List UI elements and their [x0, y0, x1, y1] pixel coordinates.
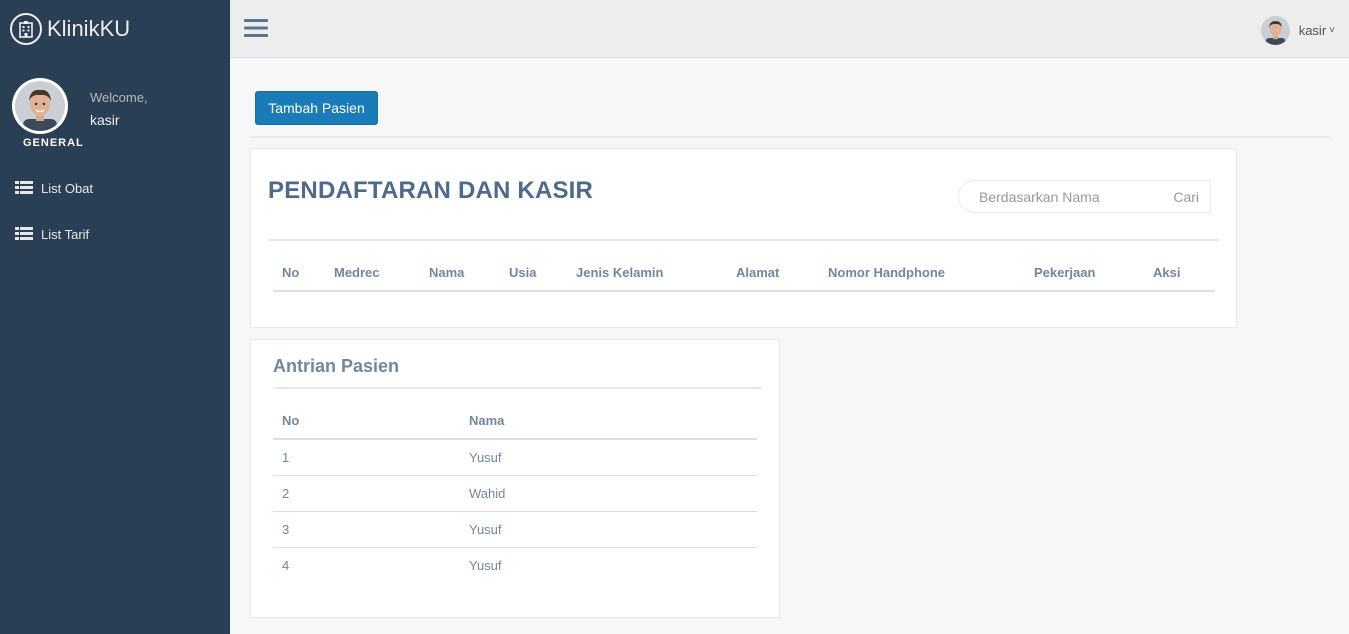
divider [268, 239, 1219, 241]
table-header: No Medrec Nama Usia Jenis Kelamin Alamat… [273, 255, 1215, 292]
column-header-alamat: Alamat [736, 265, 780, 280]
search-input[interactable] [959, 188, 1149, 205]
divider [250, 136, 1330, 138]
table-row[interactable]: 4 Yusuf [273, 546, 757, 583]
brand-name: KlinikKU [47, 16, 131, 41]
column-header-no: No [273, 402, 460, 440]
main-content: Tambah Pasien PENDAFTARAN DAN KASIR Cari… [230, 58, 1349, 634]
queue-title: Antrian Pasien [273, 356, 400, 376]
column-header-no: No [282, 265, 300, 280]
column-header-medrec: Medrec [334, 265, 380, 280]
brand[interactable]: KlinikKU [0, 0, 230, 58]
welcome-text: Welcome, [90, 90, 148, 105]
sidebar-item-list-obat[interactable]: List Obat [0, 165, 230, 211]
hamburger-menu-icon[interactable] [244, 18, 268, 41]
column-header-usia: Usia [509, 265, 537, 280]
side-menu: List Obat List Tarif [0, 170, 230, 257]
queue-table: No Nama 1 Yusuf 2 Wahid 3 Yusuf 4 Yusuf [273, 402, 757, 583]
avatar [1260, 16, 1290, 45]
column-header-nama: Nama [460, 402, 757, 440]
search-button[interactable]: Cari [1173, 189, 1199, 205]
cell-no: 3 [273, 510, 460, 547]
registration-panel: PENDAFTARAN DAN KASIR Cari No Medrec Nam… [250, 148, 1237, 328]
search-box: Cari [958, 180, 1211, 213]
cell-nama: Yusuf [460, 546, 757, 583]
sidebar-item-label: List Obat [41, 180, 94, 196]
column-header-nomor-handphone: Nomor Handphone [828, 265, 945, 280]
column-header-nama: Nama [429, 265, 465, 280]
sidebar-item-list-tarif[interactable]: List Tarif [0, 211, 230, 257]
chevron-down-icon: ˅ [1329, 25, 1335, 36]
menu-section-title: GENERAL [23, 137, 84, 149]
cell-nama: Yusuf [469, 449, 502, 465]
sidebar-item-label: List Tarif [41, 226, 90, 242]
profile-username: kasir [90, 112, 120, 128]
divider [273, 387, 762, 389]
profile: Welcome, kasir GENERAL [0, 58, 230, 158]
table-row[interactable]: 3 Yusuf [273, 510, 757, 547]
cell-no: 4 [273, 546, 460, 583]
user-menu-name: kasir [1298, 23, 1327, 38]
cell-no: 1 [282, 449, 290, 465]
sidebar: KlinikKU Welcome, kasir GENERAL List Oba… [0, 0, 230, 634]
cell-no: 2 [273, 474, 460, 511]
column-header-aksi: Aksi [1153, 265, 1181, 280]
list-icon [15, 181, 33, 195]
table-header-row: No Nama [273, 402, 757, 440]
list-icon [15, 227, 33, 241]
table-row[interactable]: 1 Yusuf [273, 439, 757, 475]
column-header-jenis-kelamin: Jenis Kelamin [576, 265, 664, 280]
avatar [12, 78, 68, 134]
page-title: PENDAFTARAN DAN KASIR [268, 177, 594, 204]
user-menu[interactable]: kasir ˅ [1260, 16, 1335, 45]
table-row[interactable]: 2 Wahid [273, 474, 757, 511]
add-patient-button[interactable]: Tambah Pasien [255, 91, 378, 125]
cell-nama: Wahid [460, 474, 757, 511]
column-header-pekerjaan: Pekerjaan [1034, 265, 1096, 280]
cell-nama: Yusuf [460, 510, 757, 547]
hospital-icon [10, 13, 42, 45]
queue-panel: Antrian Pasien No Nama 1 Yusuf 2 Wahid 3… [250, 339, 780, 618]
top-navbar: kasir ˅ [230, 0, 1349, 58]
